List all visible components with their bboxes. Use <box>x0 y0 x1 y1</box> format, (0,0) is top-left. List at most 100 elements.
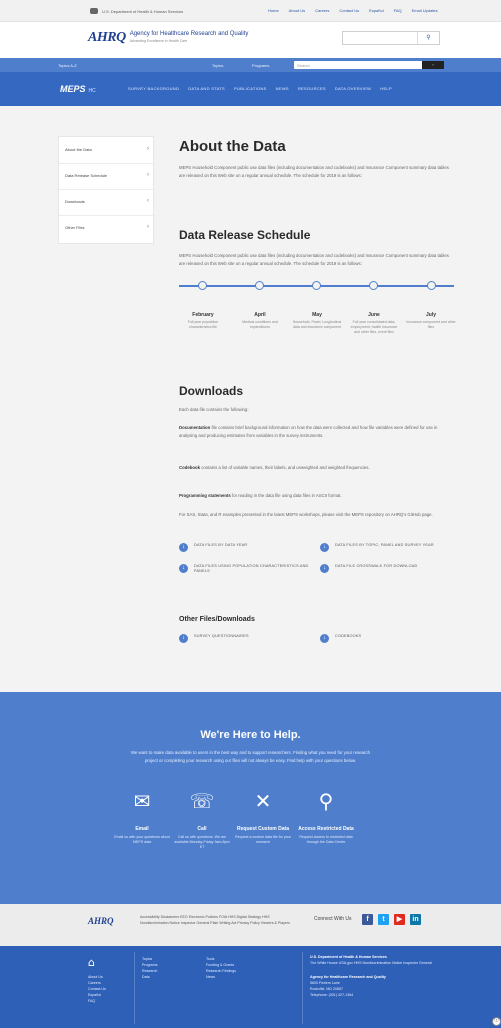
download-link-label: DATA FILES BY DATA YEAR <box>194 543 248 547</box>
schedule-month: February Full year population characteris… <box>178 312 228 330</box>
programming-desc: for reading in the data file using data … <box>232 493 342 498</box>
meps-nav-item-survey-background[interactable]: SURVEY BACKGROUND <box>128 86 179 91</box>
sidebar-item-other-files[interactable]: Other Files › <box>65 224 149 230</box>
divider <box>302 952 303 1024</box>
help-card-restricted-data[interactable]: ⚲ Access Restricted Data Request access … <box>296 790 356 845</box>
accessibility-icon[interactable]: ☉ <box>492 1017 501 1026</box>
search-icon[interactable]: ⚲ <box>417 32 439 44</box>
schedule-text: MEPS Household Component public use data… <box>179 253 449 266</box>
help-card-name: Request Custom Data <box>237 826 289 832</box>
nav-search-input[interactable]: Search › <box>294 61 444 69</box>
download-icon: ↓ <box>320 543 329 552</box>
gov-bar: U.S. Department of Health & Human Servic… <box>0 0 501 22</box>
meps-brand[interactable]: MEPS HC <box>60 84 96 94</box>
download-icon: ↓ <box>179 543 188 552</box>
meps-nav-item-news[interactable]: NEWS <box>276 86 289 91</box>
hhs-link[interactable]: U.S. Department of Health & Human Servic… <box>90 8 183 14</box>
footer-links[interactable]: Accessibility Disclaimers EEO Electronic… <box>140 914 290 926</box>
nav-search-button[interactable]: › <box>422 61 444 69</box>
meps-nav-item-data-stats[interactable]: DATA AND STATS <box>188 86 225 91</box>
download-icon: ↓ <box>320 634 329 643</box>
documentation-label: Documentation <box>179 425 211 430</box>
meps-nav-item-help[interactable]: HELP <box>380 86 392 91</box>
help-title: We're Here to Help. <box>200 729 301 741</box>
download-link[interactable]: ↓ DATA FILES USING POPULATION CHARACTERIS… <box>179 564 309 574</box>
facebook-icon[interactable]: f <box>362 914 373 925</box>
month-name: May <box>312 312 322 318</box>
utility-links: Home About Us Careers Contact Us Español… <box>268 8 438 13</box>
site-header: AHRQ Agency for Healthcare Research and … <box>0 22 501 58</box>
download-link[interactable]: ↓ DATA FILES BY DATA YEAR <box>179 543 309 552</box>
util-link-contact[interactable]: Contact Us <box>339 8 359 13</box>
timeline-dot <box>312 281 321 290</box>
programming-text: Programming statements for reading in th… <box>179 492 454 500</box>
sidebar-item-about[interactable]: About the Data › <box>65 146 149 152</box>
codebook-text: Codebook contains a list of variable nam… <box>179 464 454 472</box>
chevron-icon: ‹ <box>147 198 149 204</box>
codebook-desc: contains a list of variable names, their… <box>201 465 370 470</box>
linkedin-icon[interactable]: in <box>410 914 421 925</box>
hhs-text: U.S. Department of Health & Human Servic… <box>102 8 184 14</box>
twitter-icon[interactable]: t <box>378 914 389 925</box>
topics-az-link[interactable]: Topics A-Z <box>58 63 77 68</box>
util-link-espanol[interactable]: Español <box>369 8 383 13</box>
timeline-dot <box>427 281 436 290</box>
footer-link[interactable]: FAQ <box>88 998 106 1004</box>
meps-nav-item-resources[interactable]: RESOURCES <box>298 86 326 91</box>
help-card-email[interactable]: ✉ Email Email us with your questions abo… <box>112 790 172 845</box>
home-icon[interactable]: ⌂ <box>88 956 95 969</box>
footer-address: U.S. Department of Health & Human Servic… <box>310 954 460 998</box>
other-file-link[interactable]: ↓ SURVEY QUESTIONNAIRES <box>179 634 309 643</box>
footer-link[interactable]: News <box>206 974 236 980</box>
month-desc: Medical conditions and expenditures <box>242 320 278 329</box>
other-files-title: Other Files/Downloads <box>179 616 255 623</box>
download-icon: ↓ <box>179 634 188 643</box>
help-card-call[interactable]: ☏ Call Call us with questions. We are av… <box>172 790 232 850</box>
footer-links-bar: AHRQ Accessibility Disclaimers EEO Elect… <box>0 904 501 946</box>
schedule-title: Data Release Schedule <box>179 228 311 242</box>
footer-bottom: ⌂ About Us Careers Contact Us Español FA… <box>0 946 501 1028</box>
divider <box>134 952 135 1024</box>
footer-logo[interactable]: AHRQ <box>88 916 114 926</box>
download-link[interactable]: ↓ DATA FILE CROSSWALK FOR DOWNLOAD <box>320 564 450 573</box>
programs-menu[interactable]: Programs <box>252 63 269 68</box>
sidebar-item-label: Data Release Schedule <box>65 173 108 178</box>
other-file-link[interactable]: ↓ CODEBOOKS <box>320 634 450 643</box>
tools-icon: ✕ <box>254 789 272 813</box>
download-icon: ↓ <box>179 564 188 573</box>
sidebar-item-downloads[interactable]: Downloads ‹ <box>65 198 149 204</box>
divider <box>59 163 155 164</box>
footer-link[interactable]: Data <box>142 974 158 980</box>
month-desc: Full year consolidated data, employment,… <box>350 320 398 334</box>
timeline-dot <box>255 281 264 290</box>
downloads-intro: Each data file contains the following: <box>179 407 249 412</box>
download-link-label: DATA FILES USING POPULATION CHARACTERIST… <box>194 564 309 573</box>
hhs-links[interactable]: The White House USA.gov HHS Nondiscrimin… <box>310 960 460 966</box>
footer-col-topics: Topics Programs Research Data <box>142 956 158 980</box>
nav-search-placeholder: Search <box>297 63 310 68</box>
page-title: About the Data <box>179 138 286 155</box>
download-icon: ↓ <box>320 564 329 573</box>
util-link-email-updates[interactable]: Email Updates <box>412 8 438 13</box>
help-card-custom-data[interactable]: ✕ Request Custom Data Request a custom d… <box>233 790 293 845</box>
meps-nav-item-publications[interactable]: PUBLICATIONS <box>234 86 267 91</box>
util-link-faq[interactable]: FAQ <box>394 8 402 13</box>
header-search-input[interactable]: ⚲ <box>342 31 440 45</box>
download-link[interactable]: ↓ DATA FILES BY TOPIC, PANEL AND SURVEY Y… <box>320 543 450 552</box>
programming-label: Programming statements <box>179 493 231 498</box>
connect-label: Connect With Us <box>314 916 352 922</box>
meps-brand-text: MEPS <box>60 84 86 94</box>
topics-menu[interactable]: Topics <box>212 63 223 68</box>
meps-nav-item-data-overview[interactable]: DATA OVERVIEW <box>335 86 371 91</box>
help-card-desc: Email us with your questions about MEPS … <box>114 835 170 844</box>
util-link-careers[interactable]: Careers <box>315 8 329 13</box>
chevron-icon: › <box>147 146 149 152</box>
util-link-about[interactable]: About Us <box>289 8 305 13</box>
hhs-title[interactable]: U.S. Department of Health & Human Servic… <box>310 955 387 959</box>
util-link-home[interactable]: Home <box>268 8 279 13</box>
download-link-label: DATA FILE CROSSWALK FOR DOWNLOAD <box>335 564 418 568</box>
ahrq-logo[interactable]: AHRQ Agency for Healthcare Research and … <box>88 30 248 46</box>
other-file-link-label: SURVEY QUESTIONNAIRES <box>194 634 249 638</box>
sidebar-item-schedule[interactable]: Data Release Schedule ‹ <box>65 172 149 178</box>
youtube-icon[interactable]: ▶ <box>394 914 405 925</box>
